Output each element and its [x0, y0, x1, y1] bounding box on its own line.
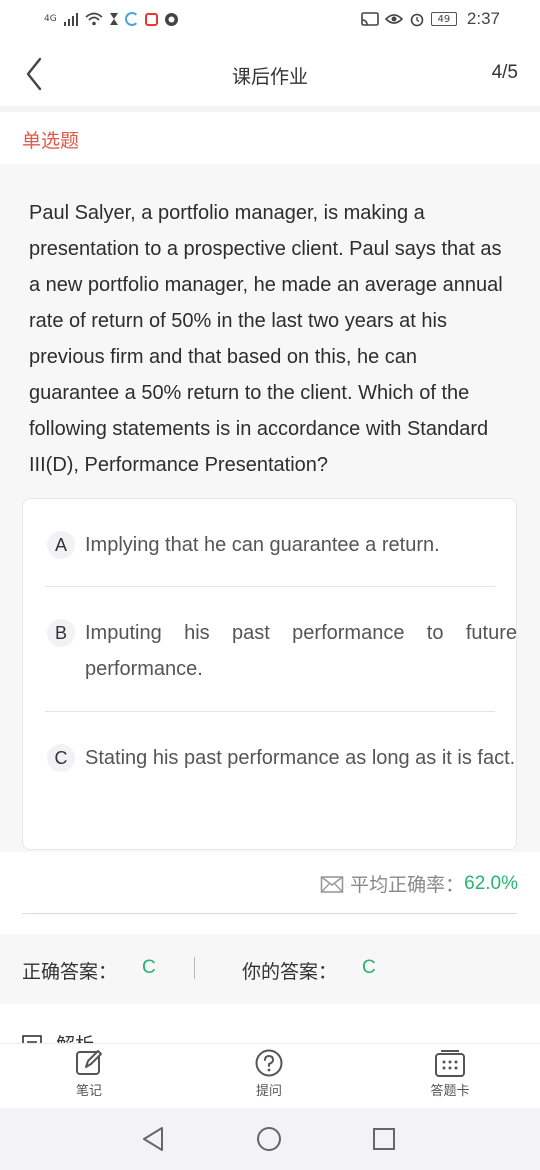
- your-answer-value: C: [362, 957, 376, 978]
- battery-icon: 49: [430, 12, 457, 26]
- status-icons-right: 49 2:37: [361, 9, 500, 29]
- accuracy-row: 平均正确率： 62.0%: [0, 852, 540, 914]
- notes-button[interactable]: 笔记: [44, 1048, 134, 1099]
- nav-bar: 课后作业 4/5: [0, 38, 540, 110]
- system-recents-button[interactable]: [367, 1122, 401, 1156]
- option-text: Stating his past performance as long as …: [85, 747, 516, 769]
- option-a[interactable]: A Implying that he can guarantee a retur…: [45, 527, 495, 563]
- alarm-icon: [410, 13, 424, 27]
- your-answer-label: 你的答案：: [242, 961, 338, 983]
- page-title: 课后作业: [231, 66, 308, 88]
- ask-label: 提问: [255, 1084, 282, 1099]
- question-text: Paul Salyer, a portfolio manager, is mak…: [29, 202, 503, 476]
- bottom-toolbar: 笔记 提问 答题卡: [0, 1044, 540, 1108]
- option-letter: B: [47, 619, 75, 647]
- option-b[interactable]: B Imputing his past performance to futur…: [45, 615, 517, 687]
- back-button[interactable]: [16, 54, 52, 94]
- accuracy-info: 平均正确率： 62.0%: [320, 870, 518, 897]
- option-divider: [45, 586, 495, 587]
- accuracy-value: 62.0%: [464, 872, 518, 894]
- app-notification-red-icon: [144, 12, 158, 26]
- answer-card-button[interactable]: 答题卡: [405, 1048, 495, 1099]
- envelope-icon: [320, 875, 344, 893]
- app-notification-gear-icon: [164, 12, 178, 26]
- triangle-back-icon: [143, 1127, 163, 1151]
- eye-icon: [384, 14, 403, 24]
- system-back-button[interactable]: [136, 1122, 170, 1156]
- network-label: 4G: [44, 14, 57, 24]
- status-bar: 4G 49 2:37: [0, 0, 540, 38]
- option-letter: C: [47, 744, 75, 772]
- analysis-section: 解析: [0, 1004, 540, 1044]
- answer-row: 正确答案： C 你的答案： C: [0, 934, 540, 1004]
- wifi-icon: [85, 12, 103, 26]
- answer-card-icon: [435, 1050, 465, 1077]
- option-text: Implying that he can guarantee a return.: [85, 534, 440, 556]
- app-notification-icon: [124, 12, 139, 26]
- analysis-icon: [22, 1034, 42, 1044]
- option-letter: A: [47, 531, 75, 559]
- divider: [22, 913, 517, 914]
- system-home-button[interactable]: [252, 1122, 286, 1156]
- option-c[interactable]: C Stating his past performance as long a…: [45, 740, 515, 812]
- question-progress: 4/5: [491, 62, 518, 83]
- hourglass-icon: [109, 13, 118, 25]
- option-divider: [45, 711, 495, 712]
- signal-icon: [63, 13, 78, 26]
- question-icon: [255, 1049, 283, 1077]
- question-type-label: 单选题: [22, 130, 80, 152]
- option-text: Imputing his past performance to future …: [85, 622, 517, 680]
- ask-button[interactable]: 提问: [224, 1048, 314, 1099]
- system-nav-bar: [0, 1108, 540, 1170]
- circle-home-icon: [257, 1127, 281, 1151]
- status-time: 2:37: [466, 9, 500, 28]
- battery-level: 49: [437, 13, 451, 25]
- correct-answer-label: 正确答案：: [22, 961, 118, 983]
- status-icons-left: 4G: [44, 12, 179, 27]
- edit-note-icon: [76, 1050, 102, 1075]
- analysis-label: 解析: [56, 1030, 94, 1044]
- analysis-header[interactable]: 解析: [22, 1030, 94, 1044]
- question-type-bar: 单选题: [0, 112, 540, 164]
- accuracy-label: 平均正确率：: [350, 874, 465, 896]
- notes-label: 笔记: [75, 1084, 102, 1099]
- correct-answer-value: C: [142, 957, 156, 978]
- answer-card-label: 答题卡: [430, 1084, 470, 1099]
- chevron-left-icon: [26, 57, 42, 91]
- answer-separator: [194, 957, 195, 979]
- cast-icon: [361, 11, 379, 26]
- options-card: A Implying that he can guarantee a retur…: [22, 498, 517, 850]
- square-recents-icon: [373, 1128, 395, 1150]
